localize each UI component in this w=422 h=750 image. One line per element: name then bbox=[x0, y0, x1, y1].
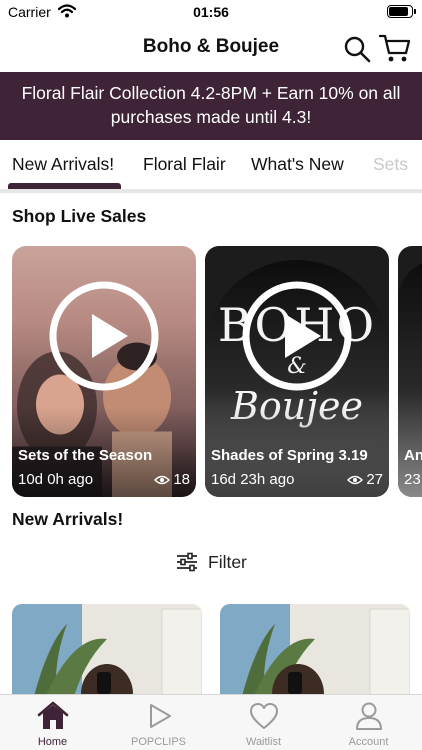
eye-icon bbox=[154, 475, 171, 484]
live-sale-title: An bbox=[404, 447, 422, 464]
category-tabs: New Arrivals! Floral Flair What's New Se… bbox=[0, 140, 422, 192]
promo-text: Floral Flair Collection 4.2-8PM + Earn 1… bbox=[21, 83, 401, 127]
nav-waitlist-label: Waitlist bbox=[245, 736, 282, 748]
live-sale-title: Shades of Spring 3.19 bbox=[211, 447, 368, 464]
clock: 01:56 bbox=[193, 4, 229, 20]
bottom-nav: Home POPCLIPS Waitlist Account bbox=[0, 694, 422, 750]
status-bar: Carrier 01:56 bbox=[0, 0, 422, 26]
new-arrivals-title: New Arrivals! bbox=[12, 509, 124, 529]
filter-label: Filter bbox=[208, 551, 247, 572]
product-card[interactable] bbox=[12, 604, 202, 704]
play-icon[interactable] bbox=[241, 280, 353, 392]
nav-popclips-label: POPCLIPS bbox=[130, 736, 187, 748]
live-sale-title: Sets of the Season bbox=[18, 447, 153, 464]
product-image bbox=[220, 604, 410, 704]
live-sale-time: 10d 0h ago bbox=[18, 471, 94, 488]
live-sale-time: 16d 23h ago bbox=[211, 471, 295, 488]
search-icon[interactable] bbox=[343, 35, 371, 63]
view-count: 27 bbox=[347, 471, 383, 488]
live-sale-card[interactable]: BOHO & Boujee Shades of Spring 3.19 16d … bbox=[205, 246, 389, 497]
view-count-value: 18 bbox=[173, 471, 190, 488]
home-icon bbox=[37, 701, 69, 729]
product-image bbox=[12, 604, 202, 704]
tab-new-arrivals[interactable]: New Arrivals! bbox=[12, 154, 114, 175]
tab-sets[interactable]: Sets bbox=[373, 154, 408, 175]
promo-banner[interactable]: Floral Flair Collection 4.2-8PM + Earn 1… bbox=[0, 72, 422, 140]
nav-home[interactable]: Home bbox=[0, 695, 105, 750]
nav-waitlist[interactable]: Waitlist bbox=[211, 695, 316, 750]
heart-icon bbox=[250, 703, 278, 729]
play-icon[interactable] bbox=[48, 280, 160, 392]
cart-icon[interactable] bbox=[379, 33, 411, 63]
person-icon bbox=[356, 702, 382, 730]
battery-icon bbox=[387, 5, 416, 18]
live-sale-time: 23 bbox=[404, 471, 421, 488]
app-header: Boho & Boujee bbox=[0, 26, 422, 72]
tab-floral-flair[interactable]: Floral Flair bbox=[143, 154, 226, 175]
eye-icon bbox=[347, 475, 364, 484]
view-count-value: 27 bbox=[366, 471, 383, 488]
product-card[interactable] bbox=[220, 604, 410, 704]
tabs-divider bbox=[0, 189, 422, 193]
tab-whats-new[interactable]: What's New bbox=[251, 154, 344, 175]
sliders-icon bbox=[177, 552, 197, 572]
nav-account[interactable]: Account bbox=[316, 695, 421, 750]
live-sales-title: Shop Live Sales bbox=[12, 206, 147, 226]
play-icon bbox=[150, 704, 171, 728]
live-sale-card[interactable]: Sets of the Season 10d 0h ago 18 bbox=[12, 246, 196, 497]
live-sale-card[interactable]: An 23 bbox=[398, 246, 422, 497]
view-count: 18 bbox=[154, 471, 190, 488]
nav-home-label: Home bbox=[37, 736, 68, 748]
filter-button[interactable]: Filter bbox=[176, 550, 247, 574]
nav-popclips[interactable]: POPCLIPS bbox=[106, 695, 211, 750]
nav-account-label: Account bbox=[348, 736, 389, 748]
